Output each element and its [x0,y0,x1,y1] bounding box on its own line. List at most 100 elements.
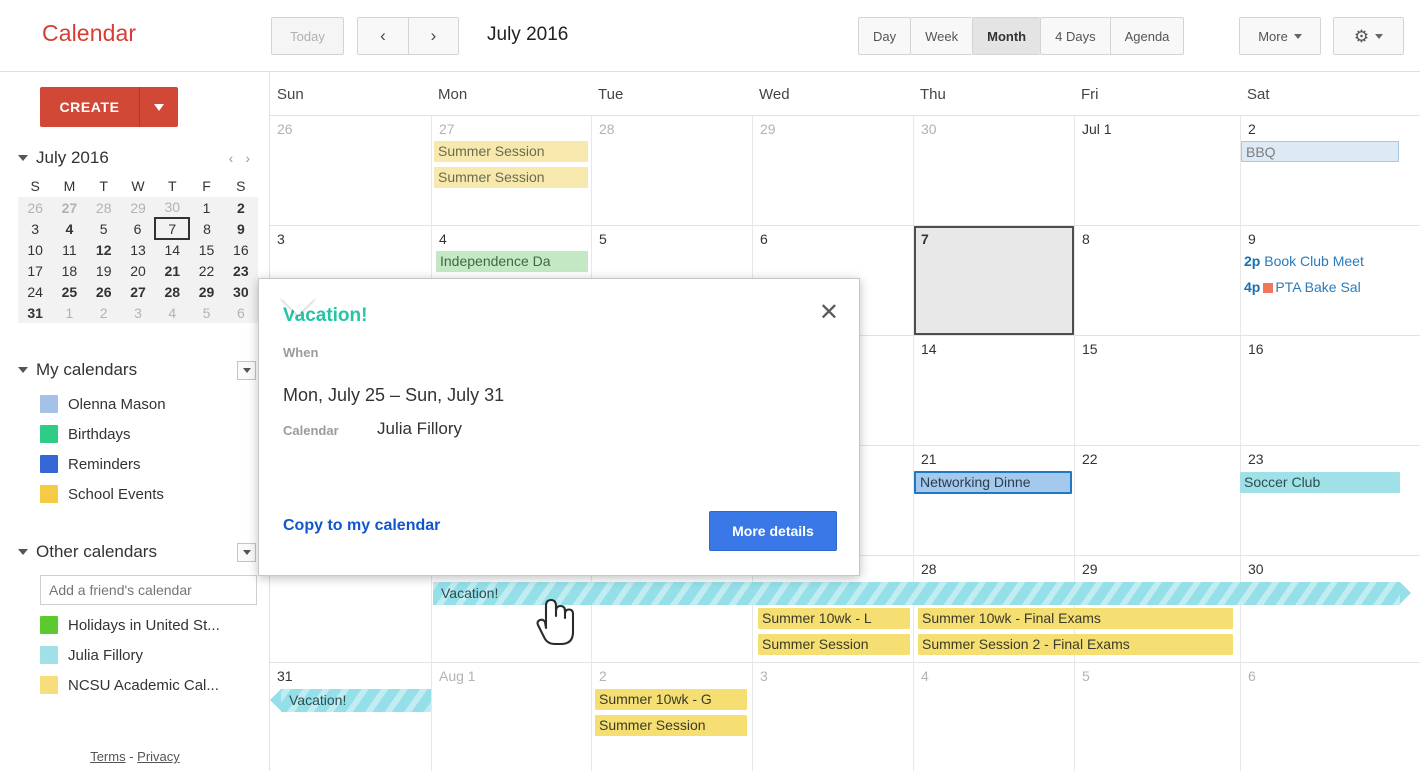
mini-day-cell[interactable]: 27 [120,281,156,302]
day-cell[interactable]: Aug 1 [431,663,591,771]
day-number[interactable]: 2 [599,668,607,684]
event-summer-session-jun27-b[interactable]: Summer Session [434,167,588,188]
day-number[interactable]: 14 [921,341,937,357]
event-summer-session-jun27-a[interactable]: Summer Session [434,141,588,162]
calendar-color-swatch-icon[interactable] [40,485,58,503]
day-number[interactable]: 3 [277,231,285,247]
day-cell[interactable]: 5 [1074,663,1240,771]
day-number[interactable]: 27 [439,121,455,137]
day-number[interactable]: 30 [1248,561,1264,577]
mini-day-cell[interactable]: 11 [52,239,87,260]
previous-period-icon[interactable]: ‹ [357,17,408,55]
mini-day-cell[interactable]: 17 [18,260,53,281]
mini-day-cell[interactable]: 9 [223,218,258,239]
day-cell[interactable]: 30 [1240,556,1420,662]
view-button-agenda[interactable]: Agenda [1109,17,1185,55]
mini-day-cell[interactable]: 23 [223,260,258,281]
day-cell[interactable]: 16 [1240,336,1420,445]
calendar-color-swatch-icon[interactable] [40,676,58,694]
mini-day-cell[interactable]: 3 [18,218,53,239]
more-details-button[interactable]: More details [709,511,837,551]
settings-button[interactable]: ⚙ [1333,17,1404,55]
day-number[interactable]: 7 [921,231,929,247]
event-summer-10wk-last-day-jul27[interactable]: Summer 10wk - L [758,608,910,629]
event-summer-10wk-grades-aug2[interactable]: Summer 10wk - G [595,689,747,710]
mini-day-cell[interactable]: 20 [120,260,156,281]
day-number[interactable]: 4 [439,231,447,247]
event-book-club-meeting-jul9[interactable]: 2p Book Club Meet [1242,251,1420,272]
day-number[interactable]: 21 [921,451,937,467]
mini-day-cell[interactable]: 24 [18,281,53,302]
other-calendars-menu-button[interactable] [237,542,256,562]
my-calendar-item-0[interactable]: Olenna Mason [0,389,270,419]
mini-day-cell[interactable]: 8 [189,218,224,239]
day-cell[interactable]: 14 [913,336,1074,445]
day-cell[interactable]: 6 [1240,663,1420,771]
mini-day-cell[interactable]: 13 [120,239,156,260]
day-number[interactable]: 29 [760,121,776,137]
mini-day-cell[interactable]: 6 [223,302,258,323]
day-number[interactable]: 29 [1082,561,1098,577]
day-number[interactable]: 31 [277,668,293,684]
mini-day-cell[interactable]: 26 [18,197,53,218]
terms-link[interactable]: Terms [90,749,125,764]
day-number[interactable]: 23 [1248,451,1264,467]
day-cell[interactable]: 3 [752,663,913,771]
day-number[interactable]: 28 [921,561,937,577]
mini-day-cell[interactable]: 10 [18,239,53,260]
mini-day-cell[interactable]: 1 [189,197,224,218]
event-vacation-banner[interactable]: Vacation! [433,582,1411,605]
mini-day-cell[interactable]: 31 [18,302,53,323]
mini-day-cell[interactable]: 5 [86,218,121,239]
mini-day-cell[interactable]: 29 [189,281,224,302]
collapse-triangle-icon[interactable] [18,155,28,161]
day-cell[interactable]: Jul 1 [1074,116,1240,225]
mini-day-cell[interactable]: 2 [86,302,121,323]
my-calendar-item-1[interactable]: Birthdays [0,419,270,449]
next-period-icon[interactable]: › [408,17,459,55]
day-cell[interactable]: 21 [913,446,1074,555]
mini-day-cell[interactable]: 25 [52,281,87,302]
day-number[interactable]: 30 [921,121,937,137]
calendar-color-swatch-icon[interactable] [40,646,58,664]
my-calendars-menu-button[interactable] [237,360,256,380]
day-cell[interactable]: 4 [913,663,1074,771]
view-button-week[interactable]: Week [910,17,973,55]
day-number[interactable]: 2 [1248,121,1256,137]
event-soccer-club-jul23[interactable]: Soccer Club [1240,472,1400,493]
calendar-color-swatch-icon[interactable] [40,395,58,413]
my-calendar-item-3[interactable]: School Events [0,479,270,509]
day-cell[interactable]: 28 [591,116,752,225]
more-views-button[interactable]: More [1239,17,1321,55]
day-number[interactable]: 15 [1082,341,1098,357]
mini-day-cell[interactable]: 18 [52,260,87,281]
close-icon[interactable]: ✕ [819,301,839,325]
calendar-color-swatch-icon[interactable] [40,425,58,443]
mini-prev-icon[interactable]: ‹ [229,151,234,165]
event-independence-day-jul4[interactable]: Independence Da [436,251,588,272]
privacy-link[interactable]: Privacy [137,749,180,764]
other-calendar-item-0[interactable]: Holidays in United St... [0,610,270,640]
mini-day-cell[interactable]: 12 [86,239,121,260]
day-number[interactable]: 26 [277,121,293,137]
mini-day-cell[interactable]: 1 [52,302,87,323]
day-number[interactable]: 5 [1082,668,1090,684]
mini-day-cell[interactable]: 4 [52,218,87,239]
day-cell[interactable]: 8 [1074,226,1240,335]
mini-day-cell[interactable]: 30 [223,281,258,302]
view-button-month[interactable]: Month [972,17,1041,55]
day-cell[interactable]: 26 [270,116,431,225]
event-vacation-banner-continued[interactable]: Vacation! [270,689,431,712]
day-number[interactable]: 6 [760,231,768,247]
mini-day-cell[interactable]: 4 [155,302,190,323]
event-summer-session-jul27[interactable]: Summer Session [758,634,910,655]
copy-to-my-calendar-link[interactable]: Copy to my calendar [283,517,440,535]
other-calendar-item-2[interactable]: NCSU Academic Cal... [0,670,270,700]
view-button-4-days[interactable]: 4 Days [1040,17,1110,55]
my-calendar-item-2[interactable]: Reminders [0,449,270,479]
mini-day-cell[interactable]: 15 [189,239,224,260]
day-cell[interactable]: 7 [913,226,1074,335]
day-cell[interactable]: 29 [752,116,913,225]
mini-next-icon[interactable]: › [245,151,250,165]
event-summer-session-aug2[interactable]: Summer Session [595,715,747,736]
